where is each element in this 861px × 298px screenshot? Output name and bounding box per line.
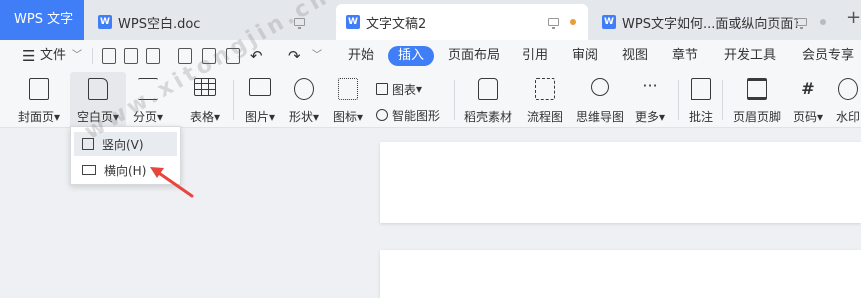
divider [454,80,455,120]
tab-view[interactable]: 视图 [622,40,648,72]
shape-button[interactable]: 形状▾ [284,72,324,128]
wps-writer-icon: W [602,15,616,29]
document-page[interactable] [380,250,861,298]
open-folder-icon[interactable] [124,48,138,64]
picture-label: 图片▾ [244,110,276,124]
file-menu[interactable]: 文件 [40,40,66,72]
blank-page-icon [88,78,108,100]
smart-art-icon [376,109,388,121]
mindmap-button[interactable]: 思维导图 [572,72,628,128]
header-footer-icon [747,78,767,100]
docer-store-icon [478,78,498,100]
new-tab-button[interactable]: + [846,9,861,27]
monitor-icon[interactable] [796,18,807,29]
title-bar: WPS 文字 W WPS空白.doc W 文字文稿2 W WPS文字如何...面… [0,0,861,40]
comment-icon [691,78,711,100]
icons-icon [338,78,358,100]
docer-material-label: 稻壳素材 [463,110,512,124]
tab-references[interactable]: 引用 [522,40,548,72]
red-arrow-annotation [150,167,194,198]
tab-insert[interactable]: 插入 [388,46,435,66]
page-number-icon: # [801,79,815,98]
wps-writer-icon: W [98,15,112,29]
divider [92,48,93,64]
page-number-button[interactable]: # 页码▾ [790,72,826,128]
header-footer-button[interactable]: 页眉页脚 [728,72,786,128]
save-icon[interactable] [146,48,160,64]
flowchart-label: 流程图 [526,110,563,124]
divider [678,80,679,120]
portrait-option-label: 竖向(V) [102,137,144,152]
cover-page-icon [29,78,49,100]
document-page[interactable] [380,142,861,223]
chevron-down-icon[interactable]: ﹀ [72,40,82,72]
docer-material-button[interactable]: 稻壳素材 [460,72,516,128]
landscape-page-icon [82,165,96,175]
shape-label: 形状▾ [288,110,320,124]
more-label: 更多▾ [634,110,666,124]
watermark-label: 水印 [836,110,861,124]
watermark-button[interactable]: 水印 [834,72,861,128]
watermark-icon [838,78,858,100]
more-button[interactable]: ··· 更多▾ [630,72,670,128]
tab-developer[interactable]: 开发工具 [724,40,776,72]
cover-page-label: 封面页▾ [17,110,61,124]
status-dot-icon [820,19,826,25]
tab-review[interactable]: 审阅 [572,40,598,72]
tab-home[interactable]: 开始 [348,40,374,72]
menu-bar: ☰ 文件 ﹀ ↶ ↷ ﹀ 开始 插入 页面布局 引用 审阅 视图 章节 开发工具… [0,40,861,72]
chart-button[interactable]: 图表 ▾ [376,80,422,98]
tab-label: WPS文字如何...面或纵向页面? [622,16,798,32]
wps-writer-icon: W [346,15,360,29]
tab-article[interactable]: W WPS文字如何...面或纵向页面? [592,4,842,40]
redo-icon[interactable]: ↷ [288,40,301,72]
mindmap-icon [591,78,609,96]
comment-button[interactable]: 批注 [684,72,718,128]
bar-chart-icon [376,83,388,95]
cover-page-button[interactable]: 封面页▾ [12,72,66,128]
table-label: 表格▾ [189,110,221,124]
icon-label: 图标▾ [332,110,364,124]
mindmap-label: 思维导图 [575,110,624,124]
divider [722,80,723,120]
tab-page-layout[interactable]: 页面布局 [448,40,500,72]
header-footer-label: 页眉页脚 [732,110,781,124]
shape-icon [294,78,314,100]
more-dots-icon: ··· [642,76,658,95]
hamburger-menu-icon[interactable]: ☰ [22,40,35,72]
smart-art-button[interactable]: 智能图形 [376,106,440,124]
page-number-label: 页码▾ [792,110,824,124]
comment-label: 批注 [688,110,713,124]
picture-button[interactable]: 图片▾ [238,72,282,128]
monitor-icon[interactable] [548,18,559,29]
tab-document-2[interactable]: W 文字文稿2 [336,4,588,40]
chevron-down-icon[interactable]: ﹀ [312,40,322,72]
tab-member[interactable]: 会员专享 [802,40,854,72]
picture-icon [249,78,271,96]
tab-label: 文字文稿2 [366,16,427,32]
tab-label: WPS空白.doc [118,16,201,32]
tab-sections[interactable]: 章节 [672,40,698,72]
icon-button[interactable]: 图标▾ [328,72,368,128]
unsaved-dot-icon [570,19,576,25]
new-doc-icon[interactable] [102,48,116,64]
flowchart-button[interactable]: 流程图 [522,72,568,128]
landscape-option-label: 横向(H) [104,163,147,178]
divider [233,80,234,120]
app-home-tab[interactable]: WPS 文字 [0,0,84,40]
flowchart-icon [535,78,555,100]
